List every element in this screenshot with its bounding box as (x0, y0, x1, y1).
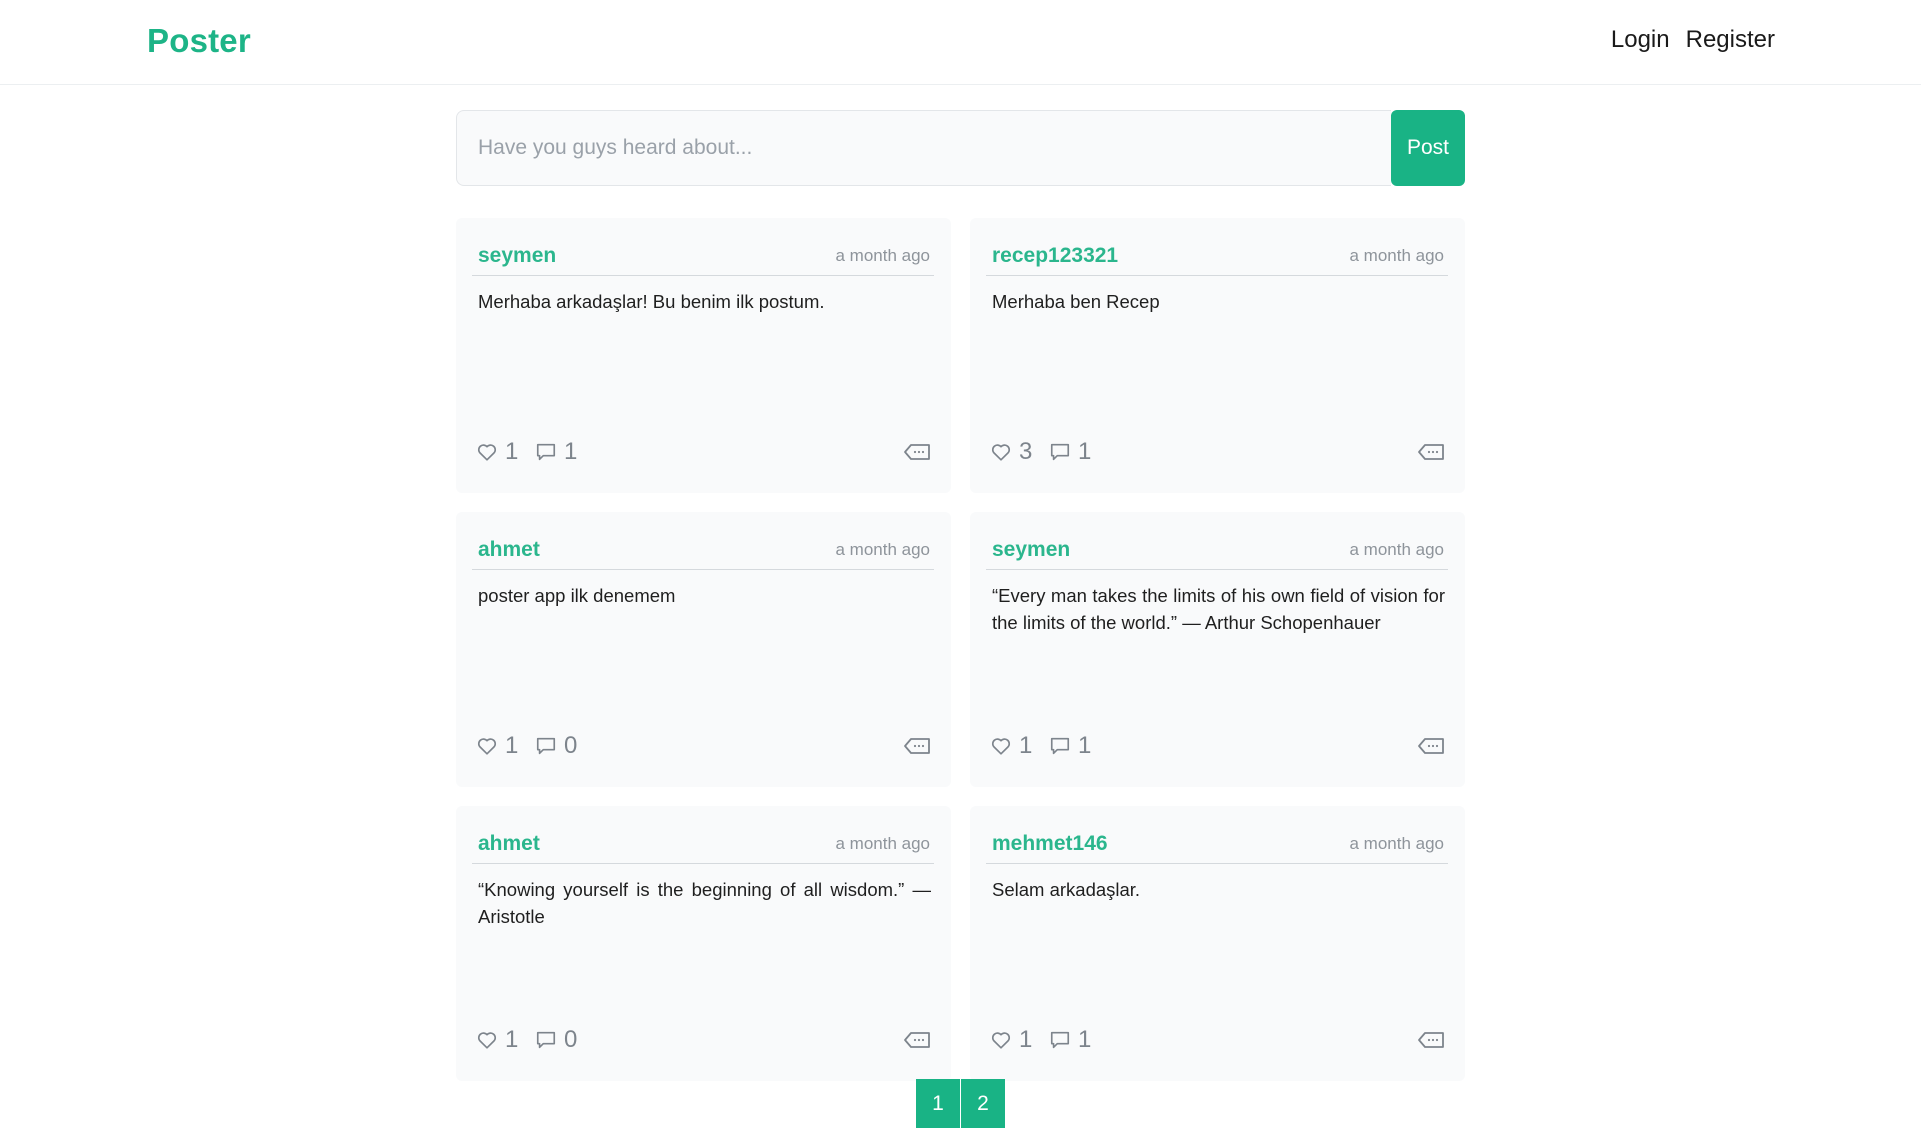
post-time: a month ago (835, 246, 930, 265)
post-body: “Knowing yourself is the beginning of al… (478, 879, 931, 927)
like-count: 1 (505, 732, 519, 759)
like-count: 1 (505, 1026, 519, 1053)
heart-icon (990, 1029, 1012, 1051)
page-button-1[interactable]: 1 (916, 1079, 960, 1128)
comment-count: 1 (1078, 438, 1092, 465)
tag-icon[interactable] (903, 441, 931, 468)
like-count: 1 (505, 438, 519, 465)
like-count: 1 (1019, 1026, 1033, 1053)
comment-button[interactable]: 0 (535, 732, 577, 760)
post-input[interactable] (456, 110, 1391, 186)
post-time: a month ago (835, 834, 930, 853)
post-footer: 3 1 (990, 438, 1445, 466)
heart-icon (990, 735, 1012, 757)
comment-count: 1 (1078, 732, 1092, 759)
like-button[interactable]: 1 (476, 732, 518, 760)
heart-icon (476, 441, 498, 463)
like-button[interactable]: 3 (990, 438, 1032, 466)
post-header: seymen a month ago (472, 244, 934, 276)
comment-icon (535, 1029, 557, 1051)
register-link[interactable]: Register (1686, 26, 1775, 54)
like-count: 3 (1019, 438, 1033, 465)
post-author[interactable]: seymen (478, 244, 556, 268)
post-header: ahmet a month ago (472, 832, 934, 864)
like-button[interactable]: 1 (990, 1026, 1032, 1054)
page-button-2[interactable]: 2 (961, 1079, 1005, 1128)
post-body: Selam arkadaşlar. (992, 879, 1141, 900)
post-header: ahmet a month ago (472, 538, 934, 570)
post-footer: 1 1 (990, 732, 1445, 760)
tag-icon[interactable] (1417, 735, 1445, 762)
post-card: ahmet a month ago “Knowing yourself is t… (456, 806, 951, 1081)
post-footer: 1 0 (476, 732, 931, 760)
post-card: recep123321 a month ago Merhaba ben Rece… (970, 218, 1465, 493)
tag-icon[interactable] (1417, 441, 1445, 468)
post-footer: 1 1 (476, 438, 931, 466)
post-header: mehmet146 a month ago (986, 832, 1448, 864)
like-count: 1 (1019, 732, 1033, 759)
comment-button[interactable]: 0 (535, 1026, 577, 1054)
comment-icon (1049, 441, 1071, 463)
comment-icon (535, 441, 557, 463)
post-time: a month ago (1349, 834, 1444, 853)
comment-button[interactable]: 1 (1049, 438, 1091, 466)
post-author[interactable]: ahmet (478, 832, 540, 856)
comment-count: 0 (564, 1026, 578, 1053)
post-footer: 1 0 (476, 1026, 931, 1054)
like-button[interactable]: 1 (476, 1026, 518, 1054)
post-grid: seymen a month ago Merhaba arkadaşlar! B… (456, 218, 1465, 1081)
comment-icon (535, 735, 557, 757)
tag-icon[interactable] (903, 735, 931, 762)
brand-logo[interactable]: Poster (147, 22, 251, 60)
post-author[interactable]: seymen (992, 538, 1070, 562)
post-card: mehmet146 a month ago Selam arkadaşlar. … (970, 806, 1465, 1081)
compose-bar: Post (456, 110, 1465, 186)
heart-icon (990, 441, 1012, 463)
login-link[interactable]: Login (1611, 26, 1670, 54)
comment-icon (1049, 1029, 1071, 1051)
comment-button[interactable]: 1 (535, 438, 577, 466)
post-body: “Every man takes the limits of his own f… (992, 585, 1445, 633)
post-time: a month ago (835, 540, 930, 559)
post-author[interactable]: ahmet (478, 538, 540, 562)
tag-icon[interactable] (903, 1029, 931, 1056)
post-body: Merhaba arkadaşlar! Bu benim ilk postum. (478, 291, 825, 312)
comment-count: 0 (564, 732, 578, 759)
post-header: seymen a month ago (986, 538, 1448, 570)
comment-button[interactable]: 1 (1049, 732, 1091, 760)
heart-icon (476, 1029, 498, 1051)
post-card: seymen a month ago Merhaba arkadaşlar! B… (456, 218, 951, 493)
post-button[interactable]: Post (1391, 110, 1465, 186)
heart-icon (476, 735, 498, 757)
post-footer: 1 1 (990, 1026, 1445, 1054)
post-card: seymen a month ago “Every man takes the … (970, 512, 1465, 787)
comment-count: 1 (564, 438, 578, 465)
like-button[interactable]: 1 (476, 438, 518, 466)
post-time: a month ago (1349, 540, 1444, 559)
post-header: recep123321 a month ago (986, 244, 1448, 276)
comment-icon (1049, 735, 1071, 757)
post-time: a month ago (1349, 246, 1444, 265)
comment-button[interactable]: 1 (1049, 1026, 1091, 1054)
post-author[interactable]: recep123321 (992, 244, 1118, 268)
post-body: poster app ilk denemem (478, 585, 676, 606)
comment-count: 1 (1078, 1026, 1092, 1053)
auth-nav: Login Register (1611, 26, 1775, 54)
pagination: 1 2 (916, 1079, 1005, 1128)
post-body: Merhaba ben Recep (992, 291, 1160, 312)
post-card: ahmet a month ago poster app ilk denemem… (456, 512, 951, 787)
post-author[interactable]: mehmet146 (992, 832, 1108, 856)
tag-icon[interactable] (1417, 1029, 1445, 1056)
like-button[interactable]: 1 (990, 732, 1032, 760)
top-navbar: Poster Login Register (0, 0, 1921, 85)
